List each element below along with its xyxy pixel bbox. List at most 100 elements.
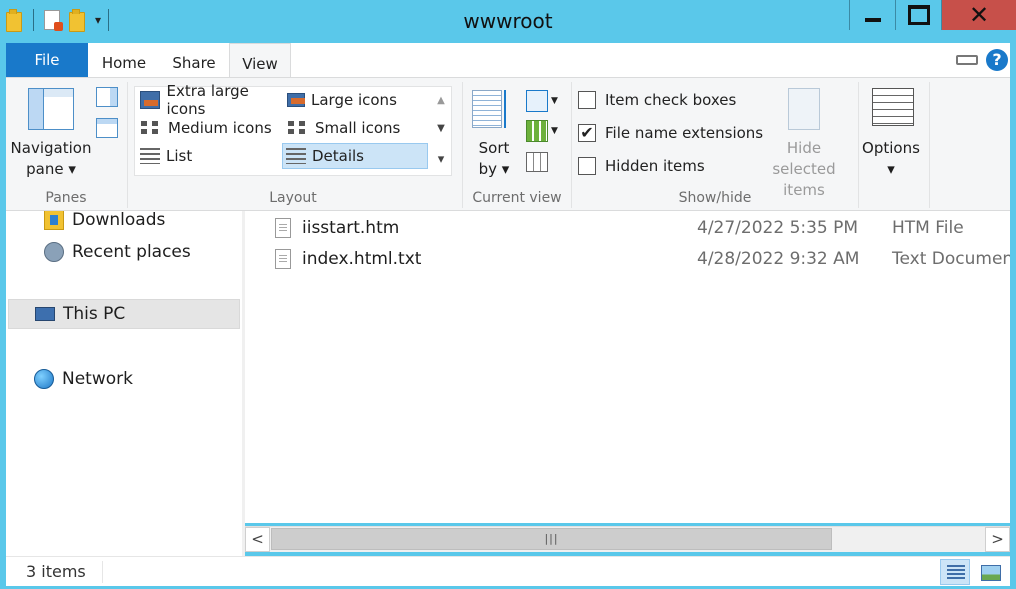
hide-selected-label: Hide selected [772,139,836,178]
maximize-button[interactable] [895,0,941,30]
sort-by-label: Sort [478,139,510,157]
scrollbar-thumb[interactable]: ||| [271,528,832,550]
navigation-pane: Downloads Recent places This PC Network [6,211,242,557]
title-bar: ▾ wwwroot ✕ [0,0,1016,42]
layout-option-label: Large icons [311,91,397,109]
downloads-folder-icon [44,211,64,230]
options-button[interactable]: Options ▾ [858,138,924,180]
file-type: HTM File [892,218,964,238]
add-columns-icon[interactable] [526,120,548,142]
group-label-show-hide: Show/hide [678,190,752,206]
nav-item-network[interactable]: Network [34,364,133,394]
tab-file[interactable]: File [6,43,88,77]
sort-arrow-icon [504,90,512,128]
sort-by-dropdown: by ▾ [478,160,510,178]
group-by-dropdown[interactable]: ▼ [551,96,558,106]
hidden-items-option[interactable]: Hidden items [578,155,705,177]
small-icons-icon [287,119,309,137]
help-icon[interactable]: ? [986,49,1008,71]
checkbox-label: File name extensions [605,124,764,142]
nav-item-label: Downloads [72,211,166,230]
gallery-scroll-down[interactable]: ▼ [437,123,445,134]
list-icon [140,148,160,164]
details-view-icon[interactable] [940,559,970,585]
item-check-boxes-option[interactable]: Item check boxes [578,89,736,111]
computer-icon [35,307,55,321]
layout-small-icons[interactable]: Small icons [284,115,430,141]
navigation-pane-button[interactable]: Navigation pane ▾ [10,138,92,180]
file-row[interactable]: iisstart.htm 4/27/2022 5:35 PM HTM File [245,213,1010,243]
caption-buttons: ✕ [849,0,1016,30]
file-name-extensions-checkbox[interactable]: ✔ [578,124,596,142]
sort-by-button[interactable]: Sort by ▾ [468,138,520,180]
file-name: iisstart.htm [302,218,400,238]
hidden-items-checkbox[interactable] [578,157,596,175]
tab-home[interactable]: Home [96,43,152,77]
ribbon: Navigation pane ▾ Panes Extra large icon… [6,77,1010,211]
file-row[interactable]: index.html.txt 4/28/2022 9:32 AM Text Do… [245,244,1010,274]
options-icon[interactable] [872,88,914,126]
layout-option-label: Small icons [315,119,401,137]
details-pane-icon[interactable] [96,118,118,138]
minimize-button[interactable] [849,0,895,30]
layout-option-label: Medium icons [168,119,272,137]
tab-share[interactable]: Share [166,43,222,77]
ribbon-controls: ? [956,49,1008,71]
checkbox-label: Item check boxes [605,91,737,109]
scroll-left-button[interactable]: < [245,527,270,552]
gallery-more-button[interactable]: ▾ [438,152,445,167]
size-columns-icon[interactable] [526,152,548,172]
text-file-icon [275,249,291,269]
hide-selected-items-icon [788,88,820,130]
large-icons-view-icon[interactable] [974,559,1004,585]
file-type: Text Document [892,249,1010,269]
item-check-boxes-checkbox[interactable] [578,91,596,109]
file-name: index.html.txt [302,249,422,269]
layout-extra-large-icons[interactable]: Extra large icons [137,82,283,118]
network-icon [34,369,54,389]
recent-places-icon [44,242,64,262]
layout-medium-icons[interactable]: Medium icons [137,115,283,141]
layout-option-label: Extra large icons [166,82,249,118]
layout-large-icons[interactable]: Large icons [284,87,430,113]
options-label: Options [862,139,920,157]
file-name-extensions-option[interactable]: ✔ File name extensions [578,122,763,144]
navigation-pane-dropdown: pane ▾ [26,160,76,178]
group-label-layout: Layout [269,190,317,206]
file-list: iisstart.htm 4/27/2022 5:35 PM HTM File … [245,211,1010,523]
medium-icons-icon [140,119,162,137]
nav-item-recent-places[interactable]: Recent places [44,237,191,267]
layout-gallery-scroll: ▲ ▼ ▾ [432,86,450,176]
close-button[interactable]: ✕ [941,0,1016,30]
nav-item-label: Recent places [72,242,191,262]
large-icons-icon [287,93,305,107]
pin-ribbon-icon[interactable] [956,55,978,65]
layout-option-label: Details [312,147,365,165]
status-separator [102,561,103,583]
nav-item-label: Network [62,369,133,389]
checkbox-label: Hidden items [605,157,705,175]
add-columns-dropdown[interactable]: ▼ [551,126,558,136]
gallery-scroll-up[interactable]: ▲ [437,95,445,106]
nav-item-this-pc[interactable]: This PC [8,299,240,329]
horizontal-scrollbar[interactable]: < ||| > [245,526,1010,552]
nav-item-downloads[interactable]: Downloads [44,211,165,235]
layout-details[interactable]: Details [282,143,428,169]
navigation-pane-icon[interactable] [28,88,74,130]
layout-option-label: List [166,147,193,165]
group-by-icon[interactable] [526,90,548,112]
preview-pane-icon[interactable] [96,87,118,107]
sort-by-icon[interactable] [472,90,502,128]
layout-list[interactable]: List [137,143,283,169]
layout-gallery: Extra large icons Large icons Medium ico… [134,82,452,176]
group-label-panes: Panes [45,190,87,206]
scroll-right-button[interactable]: > [985,527,1010,552]
item-count: 3 items [26,562,86,581]
navigation-pane-label: Navigation [10,139,92,157]
ribbon-tabs: File Home Share View ? [6,43,1010,77]
tab-view[interactable]: View [229,43,291,77]
nav-item-label: This PC [63,304,126,324]
group-label-current-view: Current view [472,190,562,206]
status-bar: 3 items [6,556,1010,586]
options-dropdown: ▾ [887,160,895,178]
